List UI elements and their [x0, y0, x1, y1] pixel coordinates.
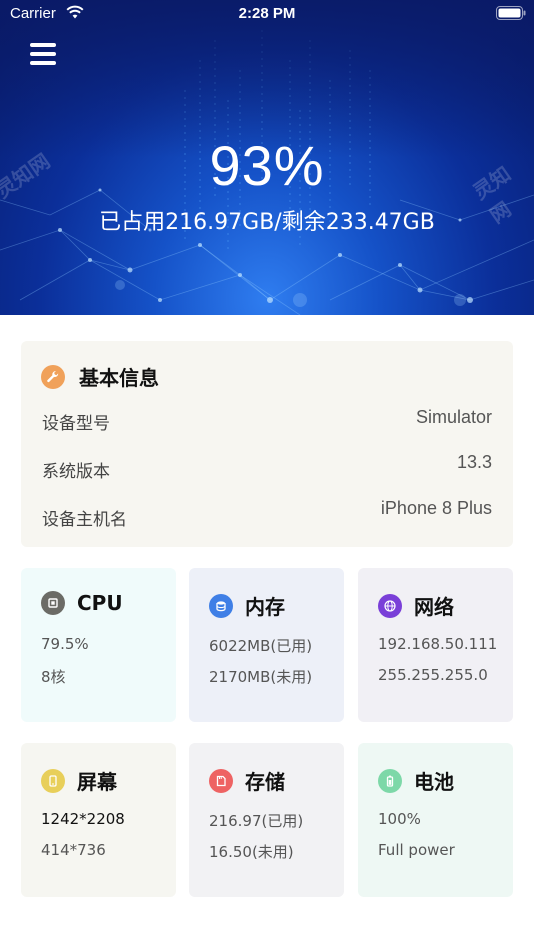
memory-card-title: 内存	[245, 595, 285, 619]
memory-card[interactable]: 内存 6022MB(已用) 2170MB(未用)	[189, 568, 344, 722]
hamburger-bar-1	[30, 43, 56, 47]
network-card-header: 网络	[378, 591, 454, 620]
battery-status-icon	[496, 6, 526, 20]
cpu-card-header: CPU	[41, 591, 123, 615]
storage-usage-text: 已占用216.97GB/剩余233.47GB	[99, 210, 435, 235]
memory-icon	[209, 593, 233, 618]
info-value-os-version: 13.3	[456, 452, 492, 472]
battery-level-value: 100%	[378, 810, 421, 828]
storage-icon	[209, 768, 233, 793]
screen-resolution-value: 1242*2208	[41, 810, 125, 828]
battery-card-header: 电池	[378, 766, 454, 795]
storage-card-title: 存储	[245, 770, 285, 794]
hero-banner: 灵知网 灵知网 Carrier 2:28 PM 93% 已占用216.97GB/…	[0, 0, 534, 315]
memory-used-value: 6022MB(已用)	[209, 637, 313, 655]
battery-card-title: 电池	[414, 770, 454, 794]
network-card[interactable]: 网络 192.168.50.111 255.255.255.0	[358, 568, 513, 722]
clock: 2:28 PM	[238, 5, 296, 22]
network-card-title: 网络	[414, 595, 454, 619]
screen-card[interactable]: 屏幕 1242*2208 414*736	[21, 743, 176, 897]
screen-icon	[41, 768, 65, 793]
info-value-hostname: iPhone 8 Plus	[380, 498, 492, 518]
network-ip-value: 192.168.50.111	[378, 635, 498, 653]
battery-card[interactable]: 电池 100% Full power	[358, 743, 513, 897]
memory-card-header: 内存	[209, 591, 285, 620]
memory-free-value: 2170MB(未用)	[209, 668, 313, 686]
basic-info-header: 基本信息	[41, 362, 159, 391]
info-value-model: Simulator	[415, 407, 492, 427]
storage-free-value: 16.50(未用)	[209, 843, 294, 861]
cpu-card[interactable]: CPU 79.5% 8核	[21, 568, 176, 722]
network-icon	[378, 593, 402, 618]
screen-card-title: 屏幕	[77, 770, 117, 794]
screen-points-value: 414*736	[41, 841, 106, 859]
screen-card-header: 屏幕	[41, 766, 117, 795]
info-label-hostname: 设备主机名	[42, 510, 127, 530]
basic-info-card: 基本信息 设备型号 Simulator 系统版本 13.3 设备主机名 iPho…	[21, 341, 513, 547]
cpu-card-title: CPU	[77, 591, 123, 615]
menu-button[interactable]	[30, 40, 58, 68]
wrench-icon	[41, 364, 65, 389]
status-bar: Carrier 2:28 PM	[0, 0, 534, 28]
cpu-cores-value: 8核	[41, 668, 66, 686]
basic-info-title: 基本信息	[79, 366, 159, 390]
battery-icon	[378, 768, 402, 793]
storage-card-header: 存储	[209, 766, 285, 795]
cpu-usage-value: 79.5%	[41, 635, 89, 653]
battery-state-value: Full power	[378, 841, 455, 859]
info-label-os-version: 系统版本	[42, 462, 110, 482]
network-mask-value: 255.255.255.0	[378, 666, 488, 684]
cpu-icon	[41, 591, 65, 615]
storage-card[interactable]: 存储 216.97(已用) 16.50(未用)	[189, 743, 344, 897]
storage-percent: 93%	[209, 134, 325, 197]
info-label-model: 设备型号	[42, 414, 110, 434]
hamburger-bar-3	[30, 61, 56, 65]
hamburger-bar-2	[30, 52, 56, 56]
storage-used-value: 216.97(已用)	[209, 812, 304, 830]
